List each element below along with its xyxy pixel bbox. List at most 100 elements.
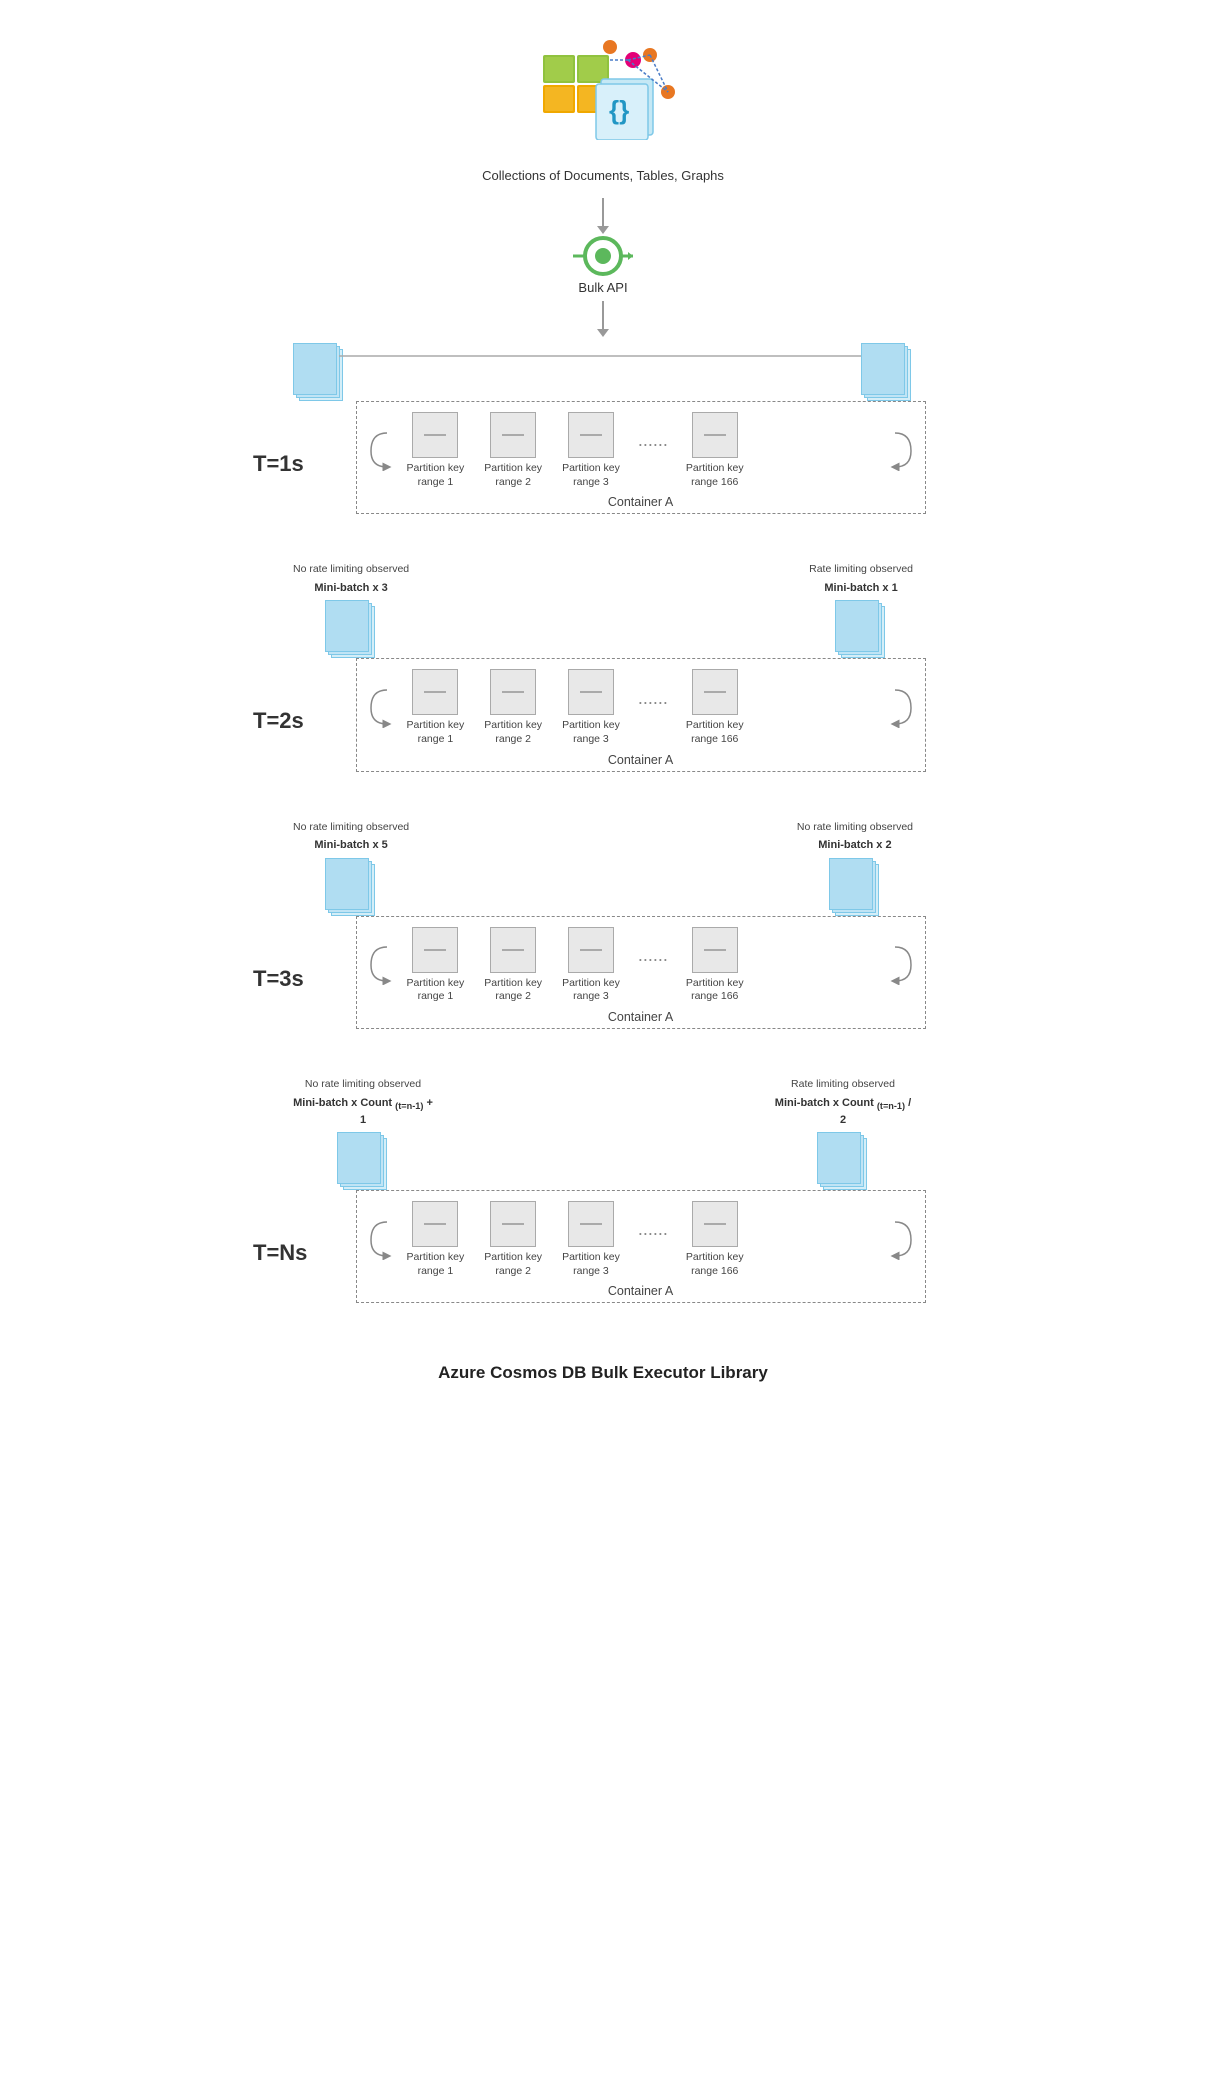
- pkr-label-3-tns: Partition keyrange 3: [562, 1251, 620, 1278]
- pkr-1-t2: Partition keyrange 1: [407, 669, 465, 746]
- pkr-166-t3: Partition keyrange 166: [686, 927, 744, 1004]
- mini-batch-stack-left-t3: [325, 858, 377, 918]
- right-note-t2: Rate limiting observed Mini-batch x 1: [809, 562, 913, 660]
- left-note-line2-t2: Mini-batch x 3: [314, 581, 387, 596]
- container-name-t1: Container A: [608, 495, 673, 509]
- inner-row-t1: T=1s Partiti: [253, 403, 953, 514]
- pkr-1-t1: Partition keyrange 1: [407, 412, 465, 489]
- right-note-line1-tns: Rate limiting observed: [791, 1077, 895, 1092]
- pkr-icon-166-t2: [692, 669, 738, 715]
- pkr-icon-2-tns: [490, 1201, 536, 1247]
- dots-t2: ......: [638, 688, 668, 729]
- mini-batch-stack-right-tns: [817, 1132, 869, 1192]
- time-label-t1: T=1s: [253, 403, 328, 477]
- time-label-t3: T=3s: [253, 918, 328, 992]
- pkr-166-tns: Partition keyrange 166: [686, 1201, 744, 1278]
- left-note-t2: No rate limiting observed Mini-batch x 3: [293, 562, 409, 660]
- inner-row-tns: T=Ns Partition keyrange 1 Pa: [253, 1192, 953, 1303]
- pkr-icon-3-tns: [568, 1201, 614, 1247]
- pkr-label-3-t3: Partition keyrange 3: [562, 977, 620, 1004]
- bulk-api-label: Bulk API: [578, 280, 627, 295]
- pkr-label-2-t2: Partition keyrange 2: [484, 719, 542, 746]
- left-note-line1-t2: No rate limiting observed: [293, 562, 409, 577]
- pkr-icon-166-tns: [692, 1201, 738, 1247]
- pkr-icon-3-t1: [568, 412, 614, 458]
- batch-notes-t3: No rate limiting observed Mini-batch x 5…: [293, 820, 913, 918]
- arrow-to-t1: [597, 301, 609, 337]
- pkr-label-2-t3: Partition keyrange 2: [484, 977, 542, 1004]
- diagram-tns: Partition keyrange 1 Partition keyrange …: [328, 1192, 953, 1303]
- left-arrow-t1: [367, 431, 395, 471]
- pkr-label-3-t1: Partition keyrange 3: [562, 462, 620, 489]
- inner-row-t3: T=3s Partition keyrange 1 Pa: [253, 918, 953, 1029]
- right-note-tns: Rate limiting observed Mini-batch x Coun…: [773, 1077, 913, 1192]
- pkr-icon-3-t3: [568, 927, 614, 973]
- mini-batch-stack-left-tns: [337, 1132, 389, 1192]
- pkr-icon-166-t3: [692, 927, 738, 973]
- pkr-icon-1-t3: [412, 927, 458, 973]
- section-t2s: No rate limiting observed Mini-batch x 3…: [188, 562, 1018, 771]
- left-note-line1-tns: No rate limiting observed: [305, 1077, 421, 1092]
- batch-notes-tns: No rate limiting observed Mini-batch x C…: [293, 1077, 913, 1192]
- right-arrow-t1: [887, 431, 915, 471]
- dots-t1: ......: [638, 430, 668, 471]
- diagram-t3: Partition keyrange 1 Partition keyrange …: [328, 918, 953, 1029]
- dots-tns: ......: [638, 1219, 668, 1260]
- pkr-label-166-tns: Partition keyrange 166: [686, 1251, 744, 1278]
- pkr-label-166-t1: Partition keyrange 166: [686, 462, 744, 489]
- arrow-to-bulk-api: [597, 198, 609, 234]
- container-name-t3: Container A: [608, 1010, 673, 1024]
- pkr-2-t3: Partition keyrange 2: [484, 927, 542, 1004]
- pkr-group-t1: Partition keyrange 1 Partition keyrange …: [397, 412, 885, 489]
- pkr-3-t1: Partition keyrange 3: [562, 412, 620, 489]
- time-label-tns: T=Ns: [253, 1192, 328, 1266]
- right-arrow-t3: [887, 945, 915, 985]
- container-box-t3: Partition keyrange 1 Partition keyrange …: [356, 916, 926, 1029]
- container-box-tns: Partition keyrange 1 Partition keyrange …: [356, 1190, 926, 1303]
- pkr-3-t3: Partition keyrange 3: [562, 927, 620, 1004]
- pkr-label-2-tns: Partition keyrange 2: [484, 1251, 542, 1278]
- pkr-2-t2: Partition keyrange 2: [484, 669, 542, 746]
- pkr-label-1-t2: Partition keyrange 1: [407, 719, 465, 746]
- right-note-line2-t2: Mini-batch x 1: [824, 581, 897, 596]
- left-arrow-t3: [367, 945, 395, 985]
- pkr-2-t1: Partition keyrange 2: [484, 412, 542, 489]
- right-note-line2-t3: Mini-batch x 2: [818, 838, 891, 853]
- dots-t3: ......: [638, 945, 668, 986]
- section-t3s: No rate limiting observed Mini-batch x 5…: [188, 820, 1018, 1029]
- pkr-icon-2-t1: [490, 412, 536, 458]
- mini-batch-stack-left-t2: [325, 600, 377, 660]
- dot-orange-3: [661, 85, 675, 99]
- left-arrow-tns: [367, 1220, 395, 1260]
- pkr-3-tns: Partition keyrange 3: [562, 1201, 620, 1278]
- pkr-label-1-t1: Partition keyrange 1: [407, 462, 465, 489]
- json-icon: {}: [593, 75, 658, 140]
- right-batch-t1: [861, 343, 913, 403]
- pkr-label-166-t2: Partition keyrange 166: [686, 719, 744, 746]
- batch-notes-t2: No rate limiting observed Mini-batch x 3…: [293, 562, 913, 660]
- pkr-1-tns: Partition keyrange 1: [407, 1201, 465, 1278]
- dot-magenta: [625, 52, 641, 68]
- icon-cluster: {}: [503, 30, 703, 160]
- pkr-icon-1-t1: [412, 412, 458, 458]
- bulk-api-icon: [573, 236, 633, 276]
- pkr-label-166-t3: Partition keyrange 166: [686, 977, 744, 1004]
- bulk-api-area: Bulk API: [573, 236, 633, 295]
- section-t1s: T=1s Partiti: [188, 343, 1018, 514]
- left-note-t3: No rate limiting observed Mini-batch x 5: [293, 820, 409, 918]
- pkr-icon-1-t2: [412, 669, 458, 715]
- mini-batch-stack-left-t1: [293, 343, 345, 403]
- pkr-label-3-t2: Partition keyrange 3: [562, 719, 620, 746]
- mini-batch-stack-right-t1: [861, 343, 913, 403]
- container-box-t2: Partition keyrange 1 Partition keyrange …: [356, 658, 926, 771]
- right-note-t3: No rate limiting observed Mini-batch x 2: [797, 820, 913, 918]
- pkr-icon-166-t1: [692, 412, 738, 458]
- pkr-group-tns: Partition keyrange 1 Partition keyrange …: [397, 1201, 885, 1278]
- container-name-t2: Container A: [608, 753, 673, 767]
- right-note-line1-t3: No rate limiting observed: [797, 820, 913, 835]
- pkr-166-t2: Partition keyrange 166: [686, 669, 744, 746]
- left-note-line2-t3: Mini-batch x 5: [314, 838, 387, 853]
- pkr-2-tns: Partition keyrange 2: [484, 1201, 542, 1278]
- pkr-label-2-t1: Partition keyrange 2: [484, 462, 542, 489]
- container-name-tns: Container A: [608, 1284, 673, 1298]
